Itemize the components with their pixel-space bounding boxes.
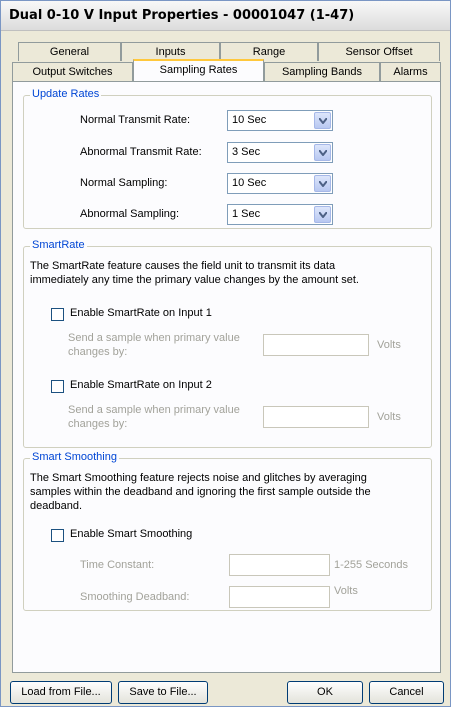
- abnormal-sampling-select[interactable]: 1 Sec: [227, 204, 333, 225]
- time-constant-unit: 1-255 Seconds: [334, 559, 408, 571]
- enable-smart-smoothing-label[interactable]: Enable Smart Smoothing: [70, 528, 192, 540]
- field-label-line: changes by:: [68, 418, 128, 430]
- smart-smoothing-description-line: samples within the deadband and ignoring…: [30, 486, 371, 498]
- tab-sensor-offset[interactable]: Sensor Offset: [318, 42, 440, 61]
- field-label-line: Send a sample when primary value: [68, 332, 240, 344]
- smart-smoothing-title: Smart Smoothing: [30, 451, 119, 463]
- save-to-file-button[interactable]: Save to File...: [118, 681, 208, 704]
- normal-sampling-select[interactable]: 10 Sec: [227, 173, 333, 194]
- abnormal-sampling-value: 1 Sec: [232, 208, 261, 220]
- chevron-down-icon: [319, 150, 327, 156]
- smartrate-input2-unit: Volts: [377, 411, 401, 423]
- tab-general[interactable]: General: [18, 42, 121, 61]
- smartrate-description: The SmartRate feature causes the field u…: [30, 259, 359, 287]
- tab-sampling-rates[interactable]: Sampling Rates: [133, 59, 264, 81]
- normal-transmit-rate-label: Normal Transmit Rate:: [80, 114, 191, 126]
- enable-smartrate-input1-checkbox[interactable]: [51, 308, 64, 321]
- normal-sampling-value: 10 Sec: [232, 177, 267, 189]
- smartrate-group: SmartRate The SmartRate feature causes t…: [23, 239, 432, 448]
- chevron-down-icon: [319, 118, 327, 124]
- smart-smoothing-description: The Smart Smoothing feature rejects nois…: [30, 471, 371, 513]
- enable-smartrate-input2-checkbox[interactable]: [51, 380, 64, 393]
- tab-alarms[interactable]: Alarms: [380, 62, 441, 81]
- smart-smoothing-description-line: The Smart Smoothing feature rejects nois…: [30, 472, 367, 484]
- smart-smoothing-group: Smart Smoothing The Smart Smoothing feat…: [23, 451, 432, 611]
- smartrate-input1-field[interactable]: [263, 334, 369, 356]
- dropdown-button[interactable]: [314, 144, 331, 161]
- field-label-line: changes by:: [68, 346, 128, 358]
- ok-button[interactable]: OK: [287, 681, 363, 704]
- normal-transmit-rate-select[interactable]: 10 Sec: [227, 110, 333, 131]
- load-from-file-button[interactable]: Load from File...: [10, 681, 112, 704]
- time-constant-label: Time Constant:: [80, 559, 155, 571]
- smart-smoothing-description-line: deadband.: [30, 500, 82, 512]
- smartrate-input2-field-label: Send a sample when primary value changes…: [68, 403, 240, 431]
- normal-sampling-label: Normal Sampling:: [80, 177, 168, 189]
- smoothing-deadband-label: Smoothing Deadband:: [80, 591, 190, 603]
- abnormal-transmit-rate-select[interactable]: 3 Sec: [227, 142, 333, 163]
- smoothing-deadband-unit: Volts: [334, 585, 358, 597]
- dropdown-button[interactable]: [314, 206, 331, 223]
- field-label-line: Send a sample when primary value: [68, 404, 240, 416]
- dropdown-button[interactable]: [314, 175, 331, 192]
- tab-output-switches[interactable]: Output Switches: [12, 62, 133, 81]
- enable-smartrate-input1-label[interactable]: Enable SmartRate on Input 1: [70, 307, 212, 319]
- tab-sampling-bands[interactable]: Sampling Bands: [264, 62, 380, 81]
- normal-transmit-rate-value: 10 Sec: [232, 114, 267, 126]
- smartrate-title: SmartRate: [30, 239, 87, 251]
- abnormal-sampling-label: Abnormal Sampling:: [80, 208, 180, 220]
- update-rates-group: Update Rates Normal Transmit Rate: 10 Se…: [23, 88, 432, 229]
- enable-smart-smoothing-checkbox[interactable]: [51, 529, 64, 542]
- cancel-button[interactable]: Cancel: [369, 681, 444, 704]
- smartrate-input1-field-label: Send a sample when primary value changes…: [68, 331, 240, 359]
- tab-panel-sampling-rates: Update Rates Normal Transmit Rate: 10 Se…: [12, 81, 441, 673]
- time-constant-field[interactable]: [229, 554, 330, 576]
- chevron-down-icon: [319, 181, 327, 187]
- chevron-down-icon: [319, 212, 327, 218]
- dropdown-button[interactable]: [314, 112, 331, 129]
- abnormal-transmit-rate-label: Abnormal Transmit Rate:: [80, 146, 202, 158]
- smoothing-deadband-field[interactable]: [229, 586, 330, 608]
- smartrate-input1-unit: Volts: [377, 339, 401, 351]
- smartrate-description-line: The SmartRate feature causes the field u…: [30, 260, 336, 272]
- enable-smartrate-input2-label[interactable]: Enable SmartRate on Input 2: [70, 379, 212, 391]
- window-title: Dual 0-10 V Input Properties - 00001047 …: [1, 1, 450, 31]
- smartrate-description-line: immediately any time the primary value c…: [30, 274, 359, 286]
- smartrate-input2-field[interactable]: [263, 406, 369, 428]
- update-rates-title: Update Rates: [30, 88, 102, 100]
- properties-window: Dual 0-10 V Input Properties - 00001047 …: [0, 0, 451, 707]
- abnormal-transmit-rate-value: 3 Sec: [232, 146, 261, 158]
